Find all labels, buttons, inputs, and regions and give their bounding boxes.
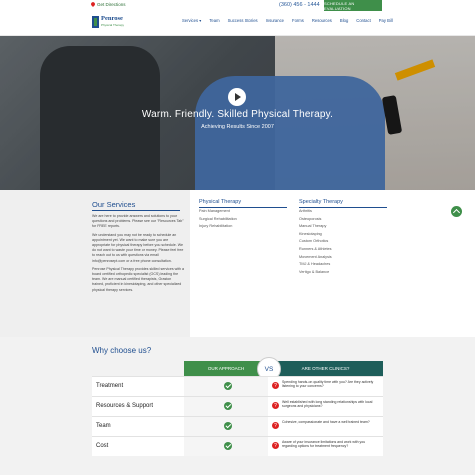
list-item[interactable]: Injury Rehabilitation <box>199 223 237 231</box>
question-icon: ? <box>272 402 279 409</box>
get-directions-label: Get Directions <box>97 2 126 7</box>
row-question: Aware of your insurance limitations and … <box>282 440 366 449</box>
check-icon <box>224 382 232 390</box>
row-question: Well established with long standing rela… <box>282 400 373 409</box>
list-item[interactable]: Kinesiotaping <box>299 231 332 239</box>
header <box>0 11 475 36</box>
specialty-therapy-heading[interactable]: Specialty Therapy <box>299 199 343 205</box>
services-title: Our Services <box>92 200 136 209</box>
list-item[interactable]: Surgical Rehabilitation <box>199 216 237 224</box>
logo-mark-icon <box>92 16 99 28</box>
comparison-row-resources: Resources & Support ? Well established w… <box>92 396 383 416</box>
services-section <box>0 190 475 337</box>
nav-item-contact[interactable]: Contact <box>356 18 370 23</box>
comparison-row-team: Team ? Cohesive, compassionate and have … <box>92 416 383 436</box>
row-label: Cost <box>96 443 109 449</box>
list-item[interactable]: Vertigo & Balance <box>299 269 332 277</box>
play-icon[interactable] <box>228 88 246 106</box>
hero-title: Warm. Friendly. Skilled Physical Therapy… <box>141 109 334 120</box>
schedule-evaluation-button[interactable]: SCHEDULE AN EVALUATION <box>324 0 382 11</box>
services-paragraph-3: Penrose Physical Therapy provides skille… <box>92 266 185 292</box>
check-icon <box>224 422 232 430</box>
row-question: Cohesive, compassionate and have a well … <box>282 420 370 424</box>
get-directions-link[interactable]: Get Directions <box>91 2 126 7</box>
list-item[interactable]: Manual Therapy <box>299 223 332 231</box>
check-icon <box>224 402 232 410</box>
logo-tagline: Physical Therapy <box>101 23 124 27</box>
nav-item-blog[interactable]: Blog <box>340 18 348 23</box>
list-item[interactable]: Pain Management <box>199 208 237 216</box>
logo[interactable]: Penrose Physical Therapy <box>92 14 134 30</box>
list-item[interactable]: Arthritis <box>299 208 332 216</box>
arrow-up-icon[interactable] <box>451 206 462 217</box>
list-item[interactable]: TMJ & Headaches <box>299 261 332 269</box>
map-pin-icon <box>91 2 95 7</box>
other-clinics-header: ARE OTHER CLINICS? <box>268 361 383 376</box>
main-nav: Services ▾ Team Success Stories Insuranc… <box>182 18 393 23</box>
nav-item-pay-bill[interactable]: Pay Bill <box>379 18 393 23</box>
chevron-down-icon: ▾ <box>199 18 202 23</box>
top-bar <box>0 0 475 11</box>
why-choose-us-title: Why choose us? <box>92 346 152 355</box>
list-item[interactable]: Osteoporosis <box>299 216 332 224</box>
question-icon: ? <box>272 442 279 449</box>
physical-therapy-heading[interactable]: Physical Therapy <box>199 199 241 205</box>
specialty-therapy-list: Arthritis Osteoporosis Manual Therapy Ki… <box>299 208 332 276</box>
hero-subtitle: Achieving Results Since 2007 <box>201 124 274 130</box>
check-icon <box>224 442 232 450</box>
comparison-row-cost: Cost ? Aware of your insurance limitatio… <box>92 436 383 456</box>
nav-item-resources[interactable]: Resources <box>312 18 332 23</box>
nav-item-success-stories[interactable]: Success Stories <box>228 18 258 23</box>
row-label: Treatment <box>96 383 124 389</box>
services-paragraph-2: We understand you may not be ready to sc… <box>92 232 184 263</box>
list-item[interactable]: Custom Orthotics <box>299 238 332 246</box>
nav-item-team[interactable]: Team <box>209 18 219 23</box>
our-approach-header: OUR APPROACH <box>184 361 268 376</box>
nav-item-insurance[interactable]: Insurance <box>266 18 284 23</box>
comparison-row-treatment: Treatment ? Spending hands-on quality ti… <box>92 376 383 396</box>
logo-name: Penrose <box>101 15 123 22</box>
services-paragraph-1: We are here to provide answers and solut… <box>92 214 184 229</box>
row-label: Team <box>96 423 111 429</box>
phone-number[interactable]: (360) 456 - 1444 <box>279 2 320 8</box>
nav-item-forms[interactable]: Forms <box>292 18 304 23</box>
row-question: Spending hands-on quality time with you?… <box>282 380 374 389</box>
list-item[interactable]: Movement Analysis <box>299 254 332 262</box>
question-icon: ? <box>272 382 279 389</box>
services-description: We are here to provide answers and solut… <box>92 214 184 296</box>
question-icon: ? <box>272 422 279 429</box>
physical-therapy-list: Pain Management Surgical Rehabilitation … <box>199 208 237 231</box>
list-item[interactable]: Runners & Athletes <box>299 246 332 254</box>
nav-item-services[interactable]: Services ▾ <box>182 18 201 23</box>
row-label: Resources & Support <box>96 403 154 409</box>
